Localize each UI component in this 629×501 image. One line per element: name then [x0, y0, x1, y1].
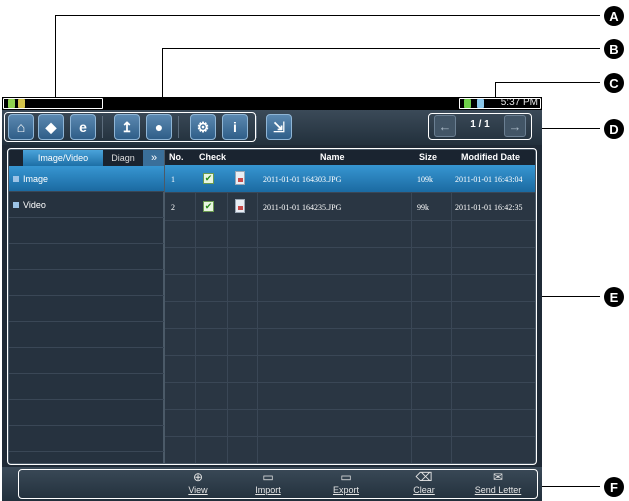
callout-a-line	[55, 15, 600, 16]
toolbar-separator	[256, 116, 257, 138]
toolbar: ⌂ ◆ e ↥ ● ⚙ i ⇲ ← 1 / 1 →	[2, 110, 542, 145]
bottom-bar-highlight	[18, 469, 538, 499]
callout-d-line	[536, 128, 600, 129]
callout-c: C	[604, 73, 624, 93]
callout-e: E	[604, 287, 624, 307]
system-tray-highlight	[459, 98, 541, 109]
callout-d: D	[604, 119, 624, 139]
device-screen: 5:37 PM ⌂ ◆ e ↥ ● ⚙ i ⇲ ← 1 / 1 → Image/…	[2, 97, 542, 501]
exit-icon: ⇲	[273, 118, 285, 135]
status-bar: 5:37 PM	[2, 97, 542, 110]
bottom-action-bar: ⊕ View ▭ Import ▭ Export ⌫ Clear ✉ Send …	[2, 467, 542, 501]
callout-c-line	[495, 82, 600, 83]
callout-a-line-v	[55, 15, 56, 99]
notification-area-highlight	[3, 98, 103, 109]
callout-a: A	[604, 6, 624, 26]
pager-highlight	[428, 113, 532, 140]
toolbar-highlight	[4, 112, 256, 142]
callout-f-line	[538, 486, 600, 487]
callout-b-line	[162, 48, 600, 49]
pager: ← 1 / 1 →	[428, 113, 532, 140]
content-highlight	[7, 148, 537, 465]
callout-b: B	[604, 39, 624, 59]
exit-button[interactable]: ⇲	[266, 114, 292, 140]
callout-e-line	[538, 296, 600, 297]
callout-f: F	[604, 477, 624, 497]
